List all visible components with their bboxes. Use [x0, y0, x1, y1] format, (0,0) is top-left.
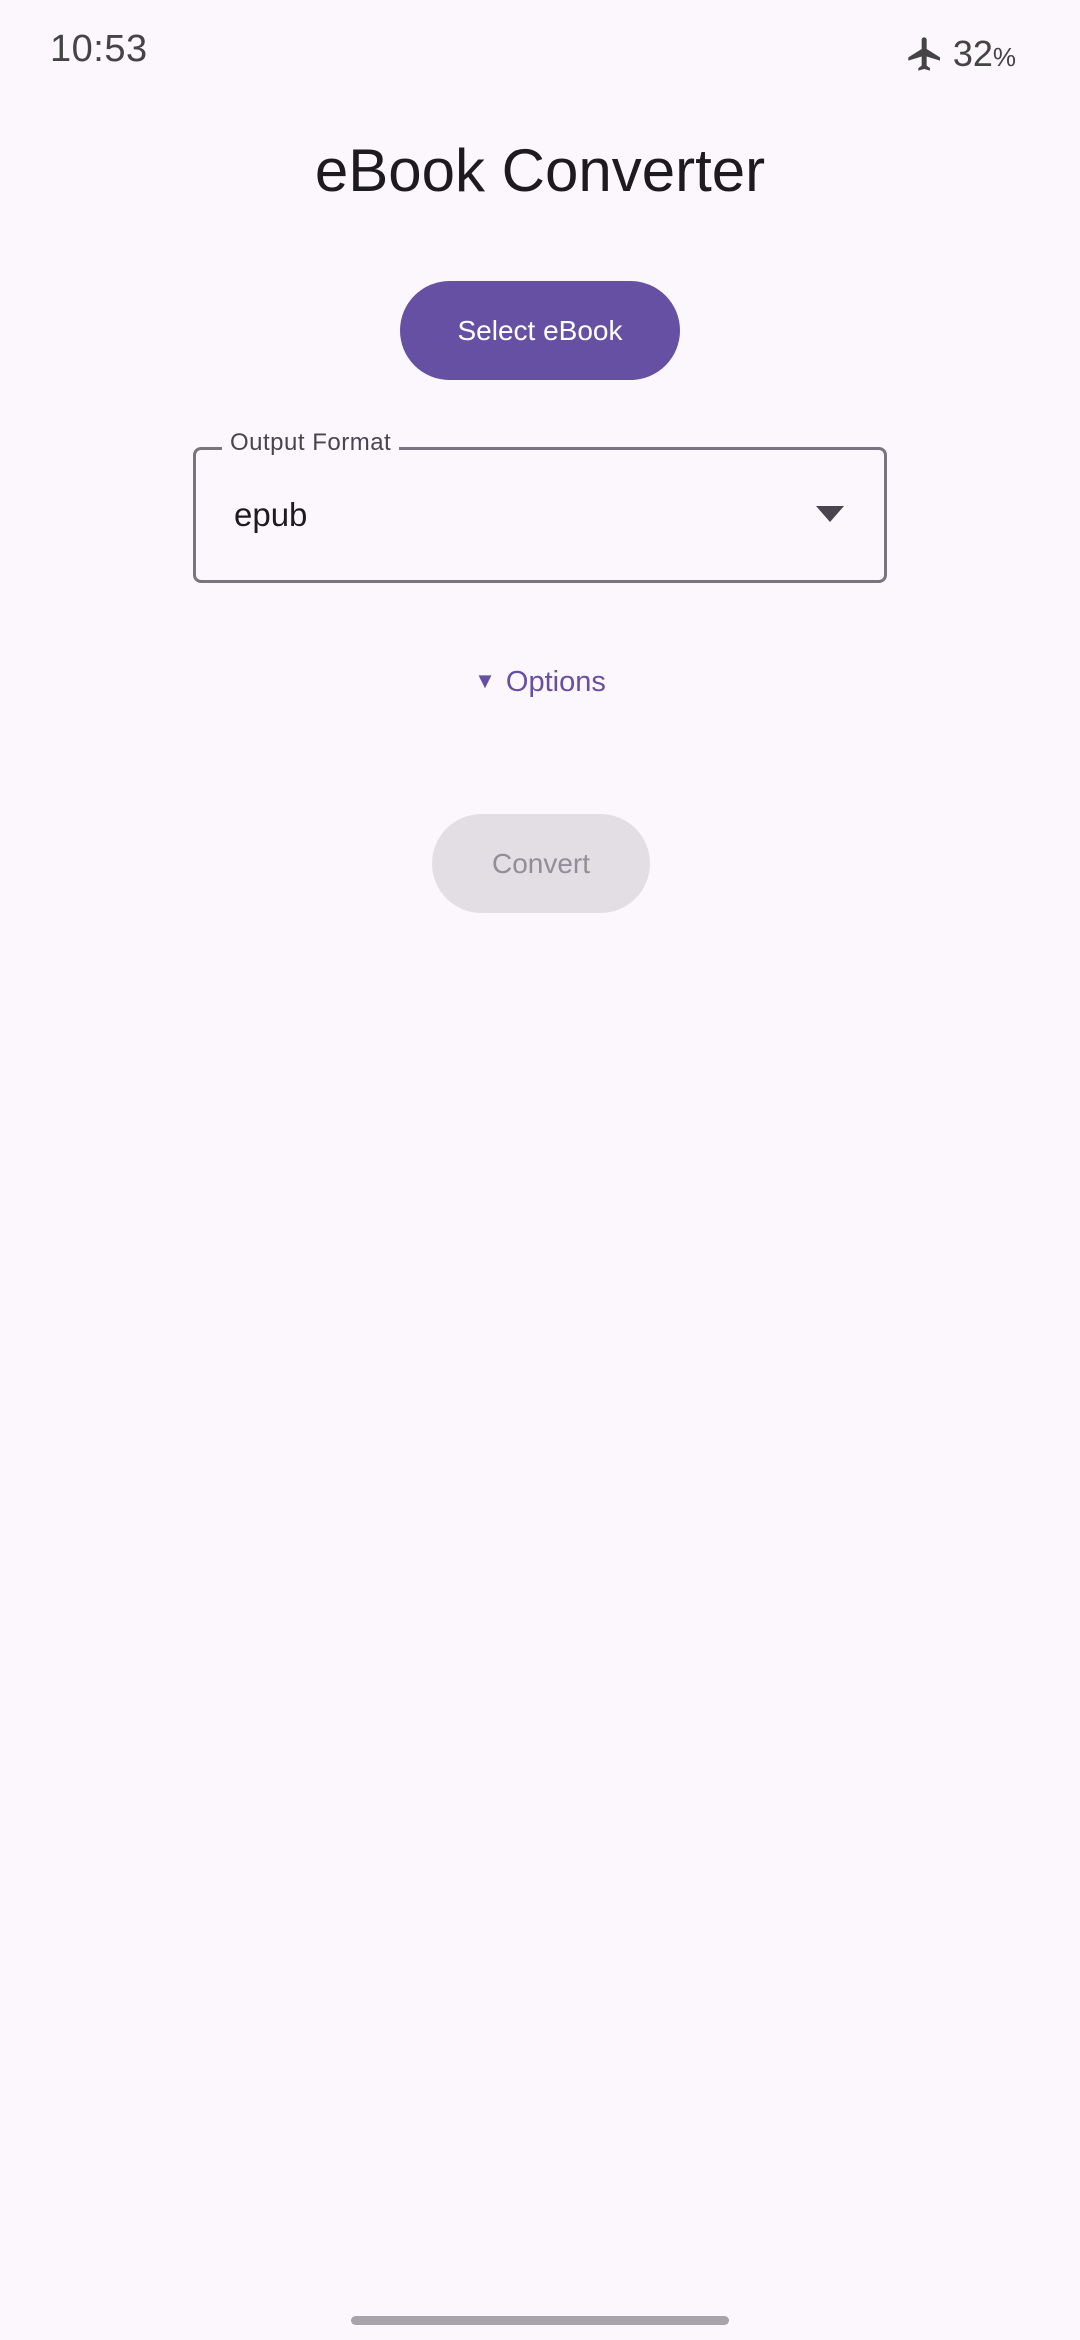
expand-triangle-icon: ▼ [474, 668, 496, 693]
output-format-dropdown[interactable]: Output Format epub [193, 429, 887, 583]
output-format-value: epub [234, 496, 308, 533]
status-indicators: 32% [905, 30, 1016, 78]
options-toggle[interactable]: ▼ Options [0, 666, 1080, 699]
output-format-label: Output Format [222, 429, 400, 457]
battery-value: 32 [952, 33, 993, 74]
home-indicator[interactable] [351, 2316, 729, 2325]
battery-level: 32% [953, 33, 1016, 75]
convert-button[interactable]: Convert [432, 814, 650, 913]
dropdown-arrow-icon[interactable] [816, 506, 844, 522]
select-ebook-button[interactable]: Select eBook [400, 281, 680, 380]
status-time: 10:53 [50, 28, 148, 70]
options-label: Options [505, 666, 606, 698]
airplane-mode-icon [905, 34, 945, 74]
page-title: eBook Converter [314, 137, 766, 204]
battery-unit: % [992, 42, 1016, 72]
status-bar: 10:53 32% [0, 0, 1080, 110]
